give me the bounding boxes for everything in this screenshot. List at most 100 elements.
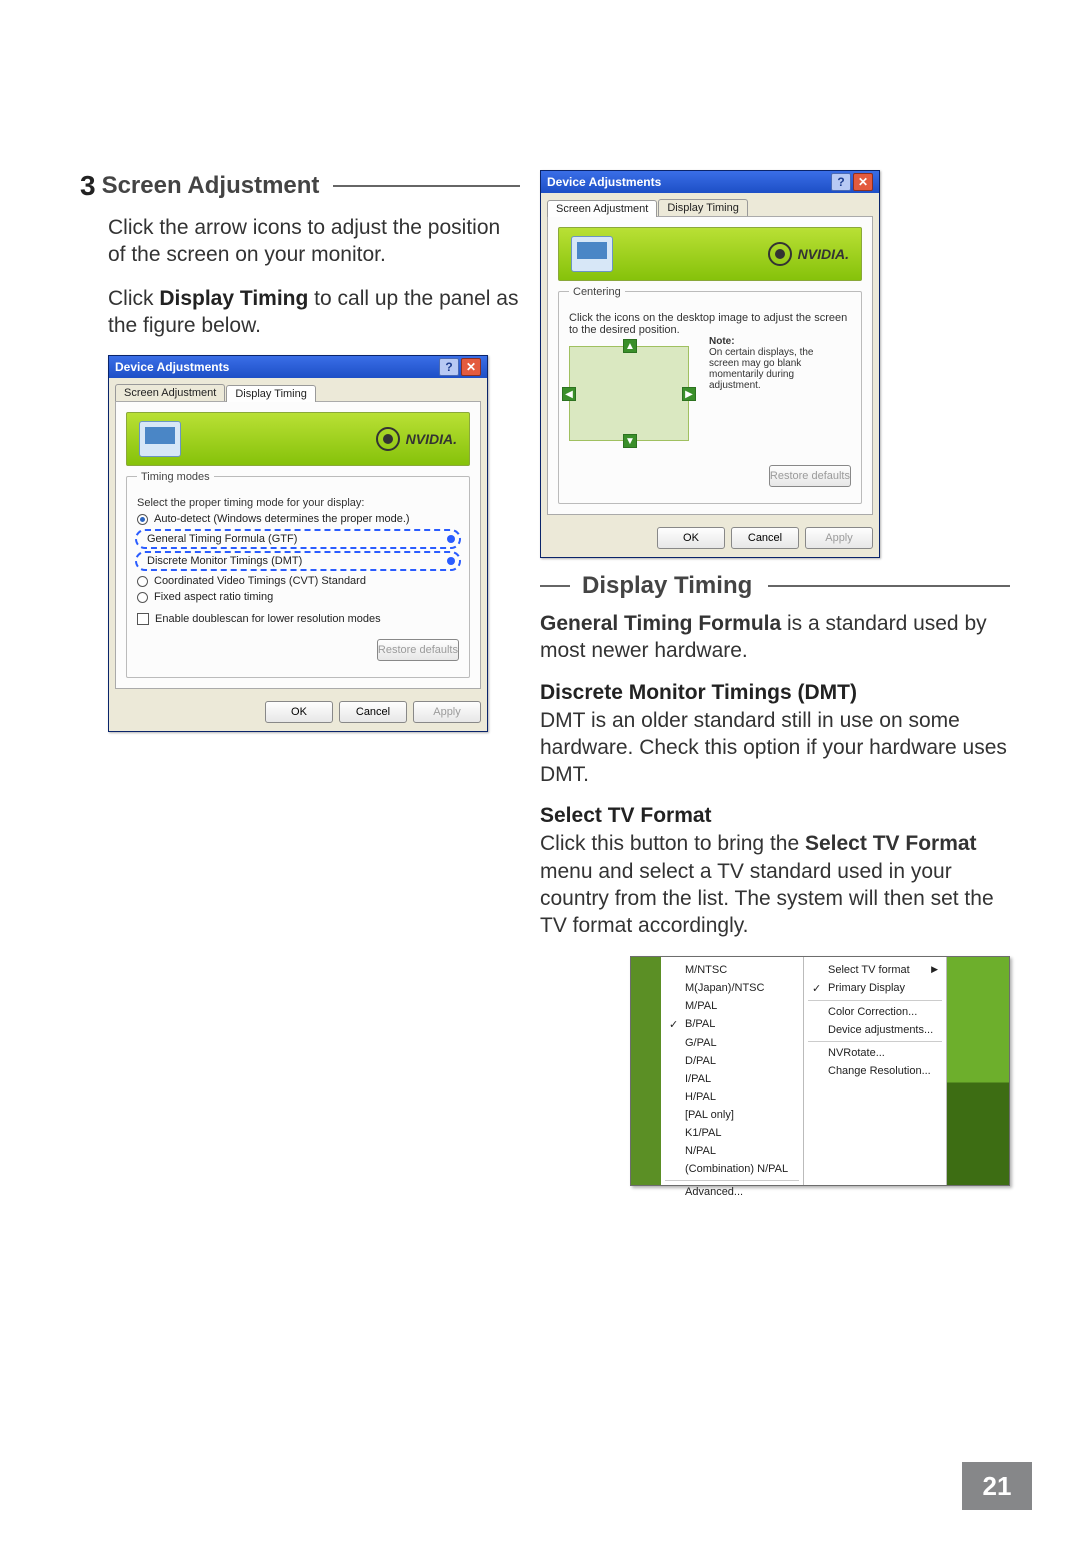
menu-separator [808, 1000, 942, 1001]
nvidia-logo: NVIDIA. [376, 427, 457, 451]
highlight-box: General Timing Formula (GTF) [135, 529, 461, 549]
nvidia-context-menu: Select TV format▶ ✓Primary Display Color… [804, 957, 947, 1185]
apply-button[interactable]: Apply [413, 701, 481, 723]
body-text: DMT is an older standard still in use on… [540, 707, 1010, 789]
nvidia-eye-icon [376, 427, 400, 451]
close-icon[interactable]: ✕ [461, 358, 481, 376]
arrow-down-icon[interactable]: ▼ [623, 434, 637, 448]
timing-modes-group: Timing modes Select the proper timing mo… [126, 476, 470, 678]
monitor-clock-icon [139, 421, 181, 457]
arrow-left-icon[interactable]: ◀ [562, 387, 576, 401]
menu-item[interactable]: Color Correction... [804, 1003, 946, 1021]
close-icon[interactable]: ✕ [853, 173, 873, 191]
dialog-titlebar[interactable]: Device Adjustments ? ✕ [541, 171, 879, 193]
section-number: 3 [80, 170, 96, 202]
tab-display-timing[interactable]: Display Timing [658, 199, 748, 216]
nvidia-logo: NVIDIA. [768, 242, 849, 266]
restore-defaults-button[interactable]: Restore defaults [377, 639, 459, 661]
radio-gtf[interactable]: General Timing Formula (GTF) [147, 533, 297, 545]
subheading-display-timing: Display Timing [540, 572, 1010, 600]
radio-icon [137, 592, 148, 603]
screen-position-pad: ▲ ▼ ◀ ▶ [569, 346, 689, 441]
dialog-titlebar[interactable]: Device Adjustments ? ✕ [109, 356, 487, 378]
menu-item[interactable]: Select TV format▶ [804, 961, 946, 979]
body-text: Click this button to bring the Select TV… [540, 830, 1010, 939]
help-icon[interactable]: ? [439, 358, 459, 376]
banner: NVIDIA. [126, 412, 470, 466]
desktop-background [947, 957, 1009, 1185]
help-icon[interactable]: ? [831, 173, 851, 191]
rule-line [333, 185, 520, 187]
select-tv-format-menu: M/NTSC M(Japan)/NTSC M/PAL ✓B/PAL G/PAL … [630, 956, 1010, 1186]
group-label: Centering [569, 286, 625, 298]
cancel-button[interactable]: Cancel [731, 527, 799, 549]
rule-line [768, 585, 1010, 587]
sub-heading-dmt: Discrete Monitor Timings (DMT) [540, 681, 1010, 705]
menu-item[interactable]: Device adjustments... [804, 1021, 946, 1039]
menu-item[interactable]: NVRotate... [804, 1044, 946, 1062]
apply-button[interactable]: Apply [805, 527, 873, 549]
body-text: Click Display Timing to call up the pane… [108, 285, 520, 340]
menu-item[interactable]: Change Resolution... [804, 1062, 946, 1080]
menu-item[interactable]: M/NTSC [661, 961, 803, 979]
page-number: 21 [962, 1462, 1032, 1510]
menu-item[interactable]: D/PAL [661, 1052, 803, 1070]
sub-heading-tv-format: Select TV Format [540, 804, 1010, 828]
tab-screen-adjustment[interactable]: Screen Adjustment [547, 200, 657, 217]
group-intro: Click the icons on the desktop image to … [569, 312, 851, 336]
ok-button[interactable]: OK [657, 527, 725, 549]
menu-item-advanced[interactable]: Advanced... [661, 1183, 803, 1201]
checkmark-icon: ✓ [669, 1018, 679, 1031]
section-heading: 3 Screen Adjustment [80, 170, 520, 202]
section-title: Screen Adjustment [102, 172, 320, 200]
menu-item[interactable]: M/PAL [661, 997, 803, 1015]
menu-item[interactable]: N/PAL [661, 1142, 803, 1160]
menu-separator [808, 1041, 942, 1042]
group-intro: Select the proper timing mode for your d… [137, 497, 459, 509]
callout-dot-icon [447, 535, 455, 543]
radio-icon [137, 576, 148, 587]
menu-item[interactable]: I/PAL [661, 1070, 803, 1088]
banner: NVIDIA. [558, 227, 862, 281]
desktop-strip [631, 957, 661, 1185]
checkmark-icon: ✓ [812, 982, 822, 995]
dialog-title: Device Adjustments [547, 175, 829, 189]
centering-group: Centering Click the icons on the desktop… [558, 291, 862, 504]
radio-fixed-aspect[interactable]: Fixed aspect ratio timing [137, 591, 459, 603]
checkbox-icon [137, 613, 149, 625]
submenu-arrow-icon: ▶ [931, 964, 938, 975]
radio-cvt[interactable]: Coordinated Video Timings (CVT) Standard [137, 575, 459, 587]
radio-auto-detect[interactable]: Auto-detect (Windows determines the prop… [137, 513, 459, 525]
device-adjustments-dialog-centering: Device Adjustments ? ✕ Screen Adjustment… [540, 170, 880, 558]
radio-icon [137, 514, 148, 525]
radio-dmt[interactable]: Discrete Monitor Timings (DMT) [147, 555, 302, 567]
tab-screen-adjustment[interactable]: Screen Adjustment [115, 384, 225, 401]
callout-dot-icon [447, 557, 455, 565]
device-adjustments-dialog-timing: Device Adjustments ? ✕ Screen Adjustment… [108, 355, 488, 732]
arrow-up-icon[interactable]: ▲ [623, 339, 637, 353]
monitor-icon [571, 236, 613, 272]
group-label: Timing modes [137, 471, 214, 483]
cancel-button[interactable]: Cancel [339, 701, 407, 723]
body-text: Click the arrow icons to adjust the posi… [108, 214, 520, 269]
menu-item[interactable]: K1/PAL [661, 1124, 803, 1142]
tab-display-timing[interactable]: Display Timing [226, 385, 316, 402]
nvidia-eye-icon [768, 242, 792, 266]
menu-item[interactable]: (Combination) N/PAL [661, 1160, 803, 1178]
menu-item[interactable]: G/PAL [661, 1034, 803, 1052]
tv-format-list: M/NTSC M(Japan)/NTSC M/PAL ✓B/PAL G/PAL … [661, 957, 804, 1185]
checkbox-doublescan[interactable]: Enable doublescan for lower resolution m… [137, 613, 459, 625]
note-text: Note: On certain displays, the screen ma… [709, 336, 829, 391]
highlight-box: Discrete Monitor Timings (DMT) [135, 551, 461, 571]
menu-item[interactable]: [PAL only] [661, 1106, 803, 1124]
arrow-right-icon[interactable]: ▶ [682, 387, 696, 401]
menu-item[interactable]: ✓Primary Display [804, 979, 946, 998]
dialog-title: Device Adjustments [115, 360, 437, 374]
menu-item[interactable]: ✓B/PAL [661, 1015, 803, 1034]
menu-item[interactable]: M(Japan)/NTSC [661, 979, 803, 997]
menu-separator [665, 1180, 799, 1181]
menu-item[interactable]: H/PAL [661, 1088, 803, 1106]
ok-button[interactable]: OK [265, 701, 333, 723]
restore-defaults-button[interactable]: Restore defaults [769, 465, 851, 487]
body-text: General Timing Formula is a standard use… [540, 610, 1010, 665]
